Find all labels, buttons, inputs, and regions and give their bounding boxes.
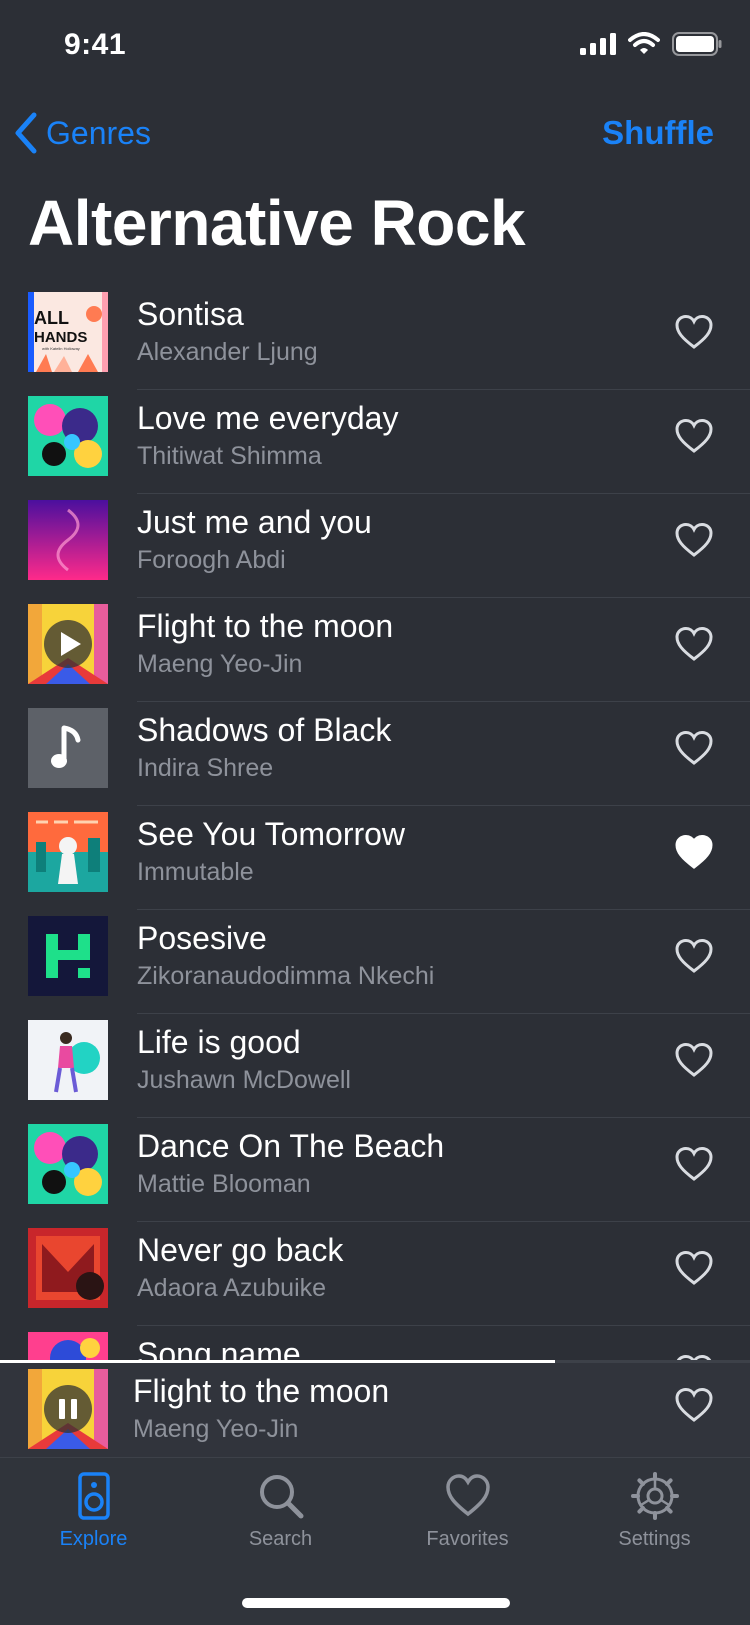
heart-icon[interactable] [674,314,714,350]
home-indicator[interactable] [242,1598,510,1608]
search-icon [259,1475,303,1519]
song-title: Just me and you [137,504,372,540]
list-item[interactable]: Song name [0,1326,750,1360]
song-artist: Indira Shree [137,754,274,782]
song-title: Life is good [137,1024,301,1060]
list-item[interactable]: Shadows of Black Indira Shree [0,702,750,806]
song-artist: Alexander Ljung [137,338,318,366]
status-bar: 9:41 [0,0,750,94]
song-artist: Thitiwat Shimma [137,442,322,470]
song-artist: Zikoranaudodimma Nkechi [137,962,435,990]
tab-label: Settings [618,1528,691,1550]
heart-icon[interactable] [674,834,714,870]
heart-icon[interactable] [674,418,714,454]
tab-label: Search [248,1528,313,1550]
tab-label: Explore [59,1528,128,1550]
status-time: 9:41 [64,28,127,61]
song-title: Love me everyday [137,400,399,436]
list-item[interactable]: Just me and you Foroogh Abdi [0,494,750,598]
song-artist: Maeng Yeo-Jin [137,650,303,678]
album-art-text: HANDS [34,329,87,346]
album-art [28,396,108,476]
heart-icon[interactable] [674,1387,714,1423]
song-artist: Jushawn McDowell [137,1066,351,1094]
album-art [28,1228,108,1308]
list-item[interactable]: ALL HANDS with Katelin Holloway Sontisa … [0,286,750,390]
album-art [28,604,108,684]
song-artist: Immutable [137,858,254,886]
pause-icon[interactable] [56,1397,80,1421]
album-art [28,1124,108,1204]
album-art [28,500,108,580]
heart-icon[interactable] [674,1250,714,1286]
album-art [28,708,108,788]
tab-explore[interactable]: Explore [0,1472,187,1572]
now-playing-artist: Maeng Yeo-Jin [133,1415,299,1443]
song-title: Flight to the moon [137,608,394,644]
album-art-text: with Katelin Holloway [42,346,80,351]
now-playing-title: Flight to the moon [133,1373,390,1409]
heart-icon[interactable] [674,626,714,662]
album-art [28,1332,108,1360]
album-art [28,916,108,996]
song-artist: Foroogh Abdi [137,546,286,574]
heart-icon[interactable] [674,1042,714,1078]
wifi-icon [628,32,660,54]
song-title: Posesive [137,920,267,956]
heart-icon[interactable] [674,522,714,558]
album-art: ALL HANDS with Katelin Holloway [28,292,108,372]
song-title: Dance On The Beach [137,1128,445,1164]
album-art-text: ALL [34,308,69,328]
list-item[interactable]: Posesive Zikoranaudodimma Nkechi [0,910,750,1014]
heart-icon [445,1474,490,1517]
now-playing-bar[interactable]: Flight to the moon Maeng Yeo-Jin [0,1363,750,1457]
album-art [28,812,108,892]
list-item[interactable]: Dance On The Beach Mattie Blooman [0,1118,750,1222]
song-artist: Adaora Azubuike [137,1274,327,1302]
song-title: Shadows of Black [137,712,392,748]
song-list[interactable]: ALL HANDS with Katelin Holloway Sontisa … [0,286,750,1360]
back-label: Genres [46,114,151,151]
list-item[interactable]: Love me everyday Thitiwat Shimma [0,390,750,494]
tab-settings[interactable]: Settings [561,1472,748,1572]
page-title: Alternative Rock [28,187,526,259]
song-artist: Mattie Blooman [137,1170,311,1198]
cellular-signal-icon [580,33,616,55]
tab-favorites[interactable]: Favorites [374,1472,561,1572]
status-icons [580,32,722,56]
heart-icon[interactable] [674,730,714,766]
song-title: Song name [137,1336,301,1360]
heart-icon[interactable] [674,938,714,974]
song-title: See You Tomorrow [137,816,406,852]
list-item[interactable]: Flight to the moon Maeng Yeo-Jin [0,598,750,702]
list-item[interactable]: See You Tomorrow Immutable [0,806,750,910]
song-title: Never go back [137,1232,344,1268]
list-item[interactable]: Never go back Adaora Azubuike [0,1222,750,1326]
navigation-bar: Genres Shuffle [0,106,750,162]
chevron-left-icon [15,112,37,154]
tab-search[interactable]: Search [187,1472,374,1572]
heart-icon[interactable] [674,1146,714,1182]
speaker-icon [77,1472,110,1520]
song-title: Sontisa [137,296,244,332]
shuffle-button[interactable]: Shuffle [602,114,714,152]
tab-label: Favorites [426,1528,509,1550]
back-button[interactable]: Genres [14,112,151,154]
album-art [28,1020,108,1100]
battery-icon [672,32,722,56]
list-item[interactable]: Life is good Jushawn McDowell [0,1014,750,1118]
gear-icon [630,1472,679,1520]
